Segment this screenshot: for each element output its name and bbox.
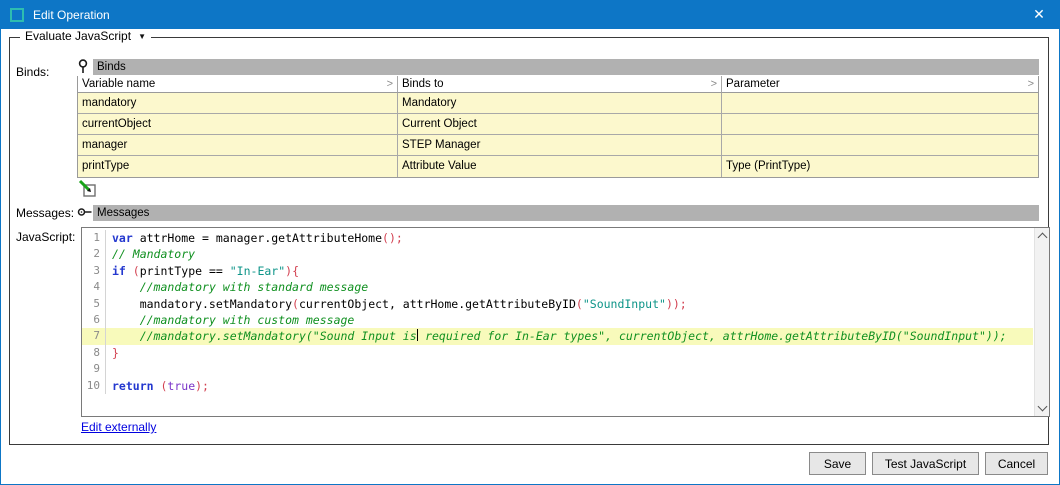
table-cell[interactable]: Attribute Value <box>398 156 722 177</box>
binds-field-label: Binds: <box>16 65 49 79</box>
code-lines: 1var attrHome = manager.getAttributeHome… <box>82 230 1033 394</box>
binds-table-body: mandatoryMandatorycurrentObjectCurrent O… <box>78 93 1038 177</box>
binds-table: Variable name>Binds to>Parameter> mandat… <box>77 76 1039 178</box>
javascript-field-label: JavaScript: <box>16 230 75 244</box>
column-header[interactable]: Variable name> <box>78 76 398 93</box>
table-cell[interactable]: printType <box>78 156 398 177</box>
test-javascript-button[interactable]: Test JavaScript <box>872 452 979 475</box>
operation-type-label: Evaluate JavaScript <box>25 29 131 43</box>
code-line[interactable]: 8} <box>82 345 1033 361</box>
code-line[interactable]: 4 //mandatory with standard message <box>82 279 1033 295</box>
table-cell[interactable] <box>722 135 1038 156</box>
binds-section-header: Binds <box>77 58 1039 75</box>
title-bar: Edit Operation ✕ <box>1 1 1059 29</box>
code-line[interactable]: 6 //mandatory with custom message <box>82 312 1033 328</box>
sort-chevron-icon[interactable]: > <box>711 76 717 92</box>
binds-table-header: Variable name>Binds to>Parameter> <box>78 76 1038 93</box>
code-text: if (printType == "In-Ear"){ <box>106 263 299 279</box>
window-icon <box>10 8 24 22</box>
line-number: 9 <box>82 361 106 377</box>
code-text: // Mandatory <box>106 246 195 262</box>
table-row[interactable]: mandatoryMandatory <box>78 93 1038 114</box>
code-text: //mandatory with custom message <box>106 312 354 328</box>
window-title: Edit Operation <box>33 8 110 22</box>
pin-icon <box>77 59 93 75</box>
table-cell[interactable]: currentObject <box>78 114 398 135</box>
line-number: 6 <box>82 312 106 328</box>
column-header[interactable]: Binds to> <box>398 76 722 93</box>
save-button[interactable]: Save <box>809 452 866 475</box>
sort-chevron-icon[interactable]: > <box>1028 76 1034 92</box>
cancel-button[interactable]: Cancel <box>985 452 1048 475</box>
messages-field-label: Messages: <box>16 206 74 220</box>
scroll-down-icon[interactable] <box>1038 402 1048 412</box>
messages-section-title[interactable]: Messages <box>93 205 1039 221</box>
code-text: //mandatory.setMandatory("Sound Input is… <box>106 328 1007 344</box>
table-cell[interactable]: manager <box>78 135 398 156</box>
table-cell[interactable]: mandatory <box>78 93 398 114</box>
table-cell[interactable]: Mandatory <box>398 93 722 114</box>
chevron-down-icon: ▼ <box>138 32 146 41</box>
key-icon <box>77 205 93 221</box>
javascript-code-editor[interactable]: 1var attrHome = manager.getAttributeHome… <box>81 227 1050 417</box>
edit-operation-dialog: Edit Operation ✕ Evaluate JavaScript ▼ B… <box>0 0 1060 485</box>
code-line[interactable]: 10return (true); <box>82 378 1033 394</box>
table-row[interactable]: printTypeAttribute ValueType (PrintType) <box>78 156 1038 177</box>
line-number: 3 <box>82 263 106 279</box>
operation-type-dropdown[interactable]: Evaluate JavaScript ▼ <box>20 29 151 43</box>
messages-section-header: Messages <box>77 204 1039 221</box>
column-header[interactable]: Parameter> <box>722 76 1038 93</box>
code-text: return (true); <box>106 378 209 394</box>
code-line[interactable]: 2// Mandatory <box>82 246 1033 262</box>
line-number: 4 <box>82 279 106 295</box>
table-cell[interactable] <box>722 114 1038 135</box>
table-cell[interactable] <box>722 93 1038 114</box>
table-cell[interactable]: Current Object <box>398 114 722 135</box>
table-cell[interactable]: Type (PrintType) <box>722 156 1038 177</box>
close-icon[interactable]: ✕ <box>1019 1 1059 29</box>
table-row[interactable]: currentObjectCurrent Object <box>78 114 1038 135</box>
line-number: 10 <box>82 378 106 394</box>
code-text: mandatory.setMandatory(currentObject, at… <box>106 296 687 312</box>
code-text: //mandatory with standard message <box>106 279 368 295</box>
line-number: 8 <box>82 345 106 361</box>
code-text: var attrHome = manager.getAttributeHome(… <box>106 230 403 246</box>
line-number: 1 <box>82 230 106 246</box>
editor-vertical-scrollbar[interactable] <box>1034 228 1049 416</box>
code-line[interactable]: 5 mandatory.setMandatory(currentObject, … <box>82 296 1033 312</box>
code-text: } <box>106 345 119 361</box>
table-row[interactable]: managerSTEP Manager <box>78 135 1038 156</box>
code-line-current[interactable]: 7 //mandatory.setMandatory("Sound Input … <box>82 328 1033 344</box>
code-line[interactable]: 1var attrHome = manager.getAttributeHome… <box>82 230 1033 246</box>
line-number: 2 <box>82 246 106 262</box>
binds-section-title[interactable]: Binds <box>93 59 1039 75</box>
code-line[interactable]: 9 <box>82 361 1033 377</box>
code-text <box>106 361 112 377</box>
line-number: 5 <box>82 296 106 312</box>
scroll-up-icon[interactable] <box>1038 233 1048 243</box>
edit-binds-icon[interactable] <box>78 179 98 199</box>
operation-groupbox: Evaluate JavaScript ▼ Binds: Binds Varia… <box>9 37 1049 445</box>
sort-chevron-icon[interactable]: > <box>387 76 393 92</box>
line-number: 7 <box>82 328 106 344</box>
table-cell[interactable]: STEP Manager <box>398 135 722 156</box>
code-line[interactable]: 3if (printType == "In-Ear"){ <box>82 263 1033 279</box>
edit-externally-link[interactable]: Edit externally <box>81 420 156 434</box>
